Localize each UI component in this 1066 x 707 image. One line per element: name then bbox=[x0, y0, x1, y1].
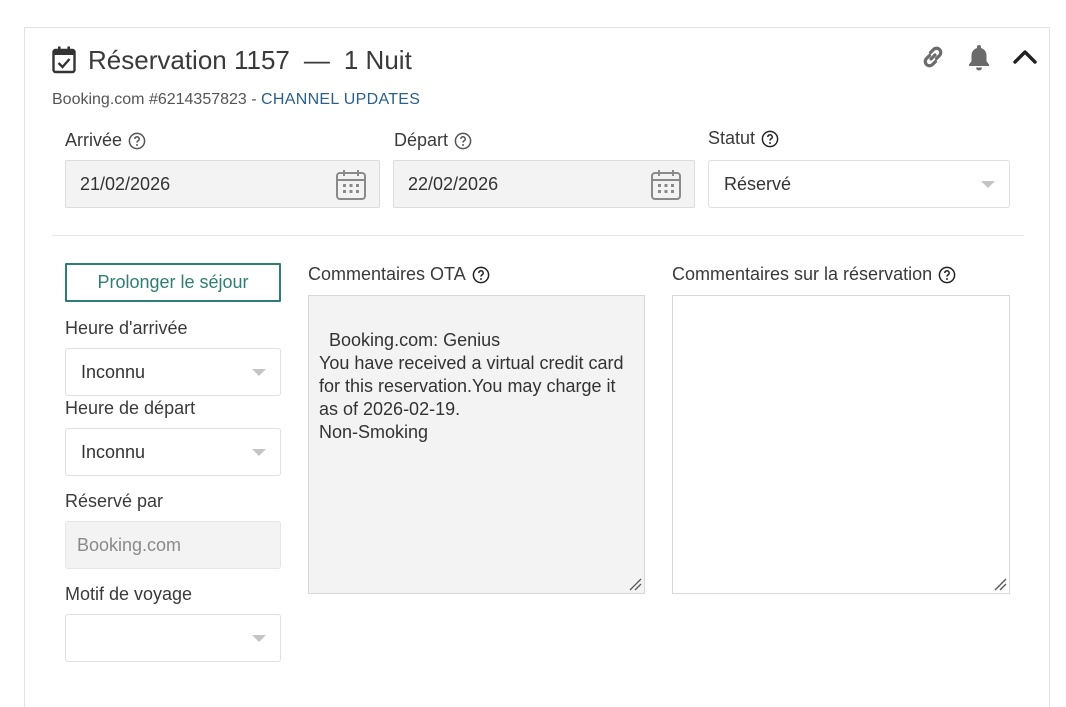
help-icon[interactable] bbox=[938, 266, 956, 284]
chevron-down-icon bbox=[252, 449, 266, 456]
nights-count: 1 Nuit bbox=[343, 44, 412, 75]
chevron-down-icon bbox=[252, 369, 266, 376]
reservation-comments-textarea[interactable] bbox=[672, 295, 1010, 594]
bell-icon[interactable] bbox=[964, 42, 994, 72]
help-icon[interactable] bbox=[472, 266, 490, 284]
booked-by-input[interactable]: Booking.com bbox=[65, 521, 281, 569]
chevron-down-icon bbox=[981, 181, 995, 188]
channel-updates-link[interactable]: CHANNEL UPDATES bbox=[261, 91, 420, 108]
departure-date-input[interactable]: 22/02/2026 bbox=[393, 160, 695, 208]
status-select[interactable]: Réservé bbox=[708, 160, 1010, 208]
header-actions bbox=[918, 42, 1040, 72]
calendar-check-icon bbox=[52, 46, 76, 74]
calendar-icon[interactable] bbox=[650, 169, 682, 201]
resize-handle-icon[interactable] bbox=[628, 577, 642, 591]
travel-reason-label: Motif de voyage bbox=[65, 584, 193, 604]
booked-by-label: Réservé par bbox=[65, 491, 164, 511]
resize-handle-icon[interactable] bbox=[993, 577, 1007, 591]
booking-source: Booking.com #6214357823 - bbox=[52, 91, 257, 108]
departure-time-value: Inconnu bbox=[81, 441, 146, 462]
help-icon[interactable] bbox=[128, 132, 146, 150]
help-icon[interactable] bbox=[454, 132, 472, 150]
departure-label: Départ bbox=[394, 130, 472, 151]
ota-comments-textarea[interactable]: Booking.com: Genius You have received a … bbox=[308, 295, 645, 594]
arrival-time-label: Heure d'arrivée bbox=[65, 318, 188, 338]
link-icon[interactable] bbox=[918, 42, 948, 72]
departure-time-select[interactable]: Inconnu bbox=[65, 428, 281, 476]
ota-comments-label-text: Commentaires OTA bbox=[308, 264, 466, 284]
departure-time-label: Heure de départ bbox=[65, 398, 196, 418]
chevron-down-icon bbox=[252, 635, 266, 642]
arrival-date-value: 21/02/2026 bbox=[80, 173, 171, 194]
reservation-number: Réservation 1157 bbox=[88, 44, 290, 75]
ota-comments-label: Commentaires OTA bbox=[308, 264, 490, 285]
arrival-date-input[interactable]: 21/02/2026 bbox=[65, 160, 380, 208]
travel-reason-select[interactable] bbox=[65, 614, 281, 662]
departure-date-value: 22/02/2026 bbox=[408, 173, 499, 194]
ota-comments-text: Booking.com: Genius You have received a … bbox=[319, 330, 624, 442]
reservation-comments-label-text: Commentaires sur la réservation bbox=[672, 264, 933, 284]
title-separator: — bbox=[303, 44, 330, 75]
departure-label-text: Départ bbox=[394, 130, 449, 150]
extend-stay-button[interactable]: Prolonger le séjour bbox=[65, 263, 281, 302]
status-value: Réservé bbox=[724, 173, 792, 194]
chevron-up-icon[interactable] bbox=[1010, 42, 1040, 72]
arrival-time-value: Inconnu bbox=[81, 361, 146, 382]
status-label: Statut bbox=[708, 128, 779, 149]
page-title: Réservation 1157 — 1 Nuit bbox=[88, 45, 412, 76]
arrival-time-select[interactable]: Inconnu bbox=[65, 348, 281, 396]
reservation-comments-label: Commentaires sur la réservation bbox=[672, 264, 956, 285]
arrival-label: Arrivée bbox=[65, 130, 146, 151]
status-label-text: Statut bbox=[708, 128, 756, 148]
calendar-icon[interactable] bbox=[335, 169, 367, 201]
booking-source-line: Booking.com #6214357823 - CHANNEL UPDATE… bbox=[52, 91, 420, 109]
section-divider bbox=[52, 235, 1024, 236]
help-icon[interactable] bbox=[761, 130, 779, 148]
arrival-label-text: Arrivée bbox=[65, 130, 123, 150]
reservation-header: Réservation 1157 — 1 Nuit bbox=[52, 42, 412, 78]
